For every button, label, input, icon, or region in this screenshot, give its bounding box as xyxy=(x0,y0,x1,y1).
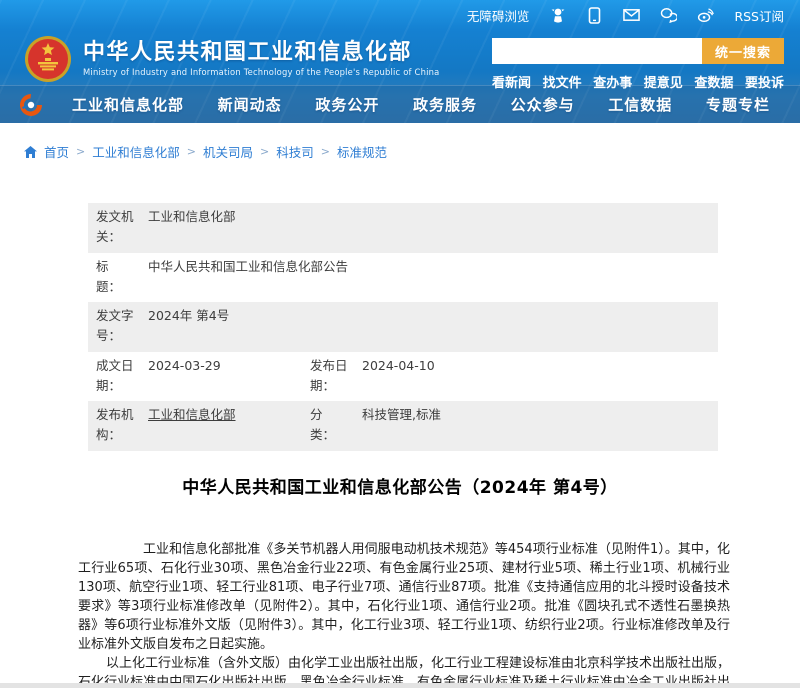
quick-link-feedback[interactable]: 提意见 xyxy=(644,72,683,91)
field-label: 发布日 期： xyxy=(310,356,356,397)
mascot-icon[interactable] xyxy=(549,7,566,24)
home-icon[interactable] xyxy=(24,146,37,158)
field-value: 中华人民共和国工业和信息化部公告 xyxy=(142,257,710,298)
field-value: 2024-04-10 xyxy=(356,356,710,397)
field-label: 成文日 期： xyxy=(96,356,142,397)
field-value: 工业和信息化部 xyxy=(142,405,310,446)
article-paragraph-1: 工业和信息化部批准《多关节机器人用伺服电动机技术规范》等454项行业标准（见附件… xyxy=(78,540,730,654)
breadcrumb: 首页 > 工业和信息化部 > 机关司局 > 科技司 > 标准规范 xyxy=(24,142,800,161)
nav-item-gov-affairs[interactable]: 政务公开 xyxy=(315,94,379,115)
phone-icon[interactable] xyxy=(586,7,603,24)
footer-strip xyxy=(0,683,800,688)
brand: 中华人民共和国工业和信息化部 Ministry of Industry and … xyxy=(24,34,439,83)
national-emblem-logo xyxy=(24,35,72,83)
nav-items: 工业和信息化部 新闻动态 政务公开 政务服务 公众参与 工信数据 专题专栏 xyxy=(72,94,778,115)
breadcrumb-miit[interactable]: 工业和信息化部 xyxy=(92,142,180,161)
search-input[interactable] xyxy=(492,38,702,64)
table-row-publisher-category: 发布机 构： 工业和信息化部 分 类： 科技管理,标准 xyxy=(88,401,718,451)
field-label: 发文字 号： xyxy=(96,306,142,347)
document-meta-table: 发文机 关： 工业和信息化部 标 题： 中华人民共和国工业和信息化部公告 发文字… xyxy=(88,203,718,451)
field-label: 标 题： xyxy=(96,257,142,298)
topbar: 无障碍浏览 RSS订阅 xyxy=(0,0,800,30)
table-row-doc-number: 发文字 号： 2024年 第4号 xyxy=(88,302,718,352)
quick-links: 看新闻 找文件 查办事 提意见 查数据 要投诉 xyxy=(492,72,784,91)
breadcrumb-separator: > xyxy=(76,145,85,158)
miit-e-logo-icon xyxy=(18,92,44,118)
field-label: 发文机 关： xyxy=(96,207,142,248)
table-row-dates: 成文日 期： 2024-03-29 发布日 期： 2024-04-10 xyxy=(88,352,718,402)
table-row-issuing-authority: 发文机 关： 工业和信息化部 xyxy=(88,203,718,253)
nav-item-topics[interactable]: 专题专栏 xyxy=(706,94,770,115)
nav-item-news[interactable]: 新闻动态 xyxy=(218,94,282,115)
page: 无障碍浏览 RSS订阅 xyxy=(0,0,800,688)
content: 首页 > 工业和信息化部 > 机关司局 > 科技司 > 标准规范 发文机 关： … xyxy=(0,142,800,688)
site-title: 中华人民共和国工业和信息化部 xyxy=(83,40,439,65)
field-value: 2024-03-29 xyxy=(142,356,310,397)
wechat-icon[interactable] xyxy=(660,7,677,24)
field-value: 工业和信息化部 xyxy=(142,207,710,248)
nav-item-participation[interactable]: 公众参与 xyxy=(511,94,575,115)
brand-text: 中华人民共和国工业和信息化部 Ministry of Industry and … xyxy=(83,40,439,77)
table-row-title: 标 题： 中华人民共和国工业和信息化部公告 xyxy=(88,253,718,303)
quick-link-files[interactable]: 找文件 xyxy=(543,72,582,91)
rss-link[interactable]: RSS订阅 xyxy=(734,6,784,25)
mail-icon[interactable] xyxy=(623,7,640,24)
breadcrumb-separator: > xyxy=(321,145,330,158)
quick-link-services[interactable]: 查办事 xyxy=(593,72,632,91)
field-label: 分 类： xyxy=(310,405,356,446)
field-value: 2024年 第4号 xyxy=(142,306,710,347)
field-label: 发布机 构： xyxy=(96,405,142,446)
nav-item-gov-services[interactable]: 政务服务 xyxy=(413,94,477,115)
article-title: 中华人民共和国工业和信息化部公告（2024年 第4号） xyxy=(0,473,800,498)
quick-link-complaint[interactable]: 要投诉 xyxy=(745,72,784,91)
nav-item-data[interactable]: 工信数据 xyxy=(608,94,672,115)
weibo-icon[interactable] xyxy=(697,7,714,24)
field-value: 科技管理,标准 xyxy=(356,405,710,446)
site-subtitle: Ministry of Industry and Information Tec… xyxy=(83,67,439,77)
breadcrumb-standards[interactable]: 标准规范 xyxy=(337,142,387,161)
nav-item-miit[interactable]: 工业和信息化部 xyxy=(72,94,184,115)
breadcrumb-home[interactable]: 首页 xyxy=(44,142,69,161)
search-area: 统一搜索 看新闻 找文件 查办事 提意见 查数据 要投诉 xyxy=(492,34,784,83)
breadcrumb-separator: > xyxy=(187,145,196,158)
breadcrumb-departments[interactable]: 机关司局 xyxy=(203,142,253,161)
quick-link-news[interactable]: 看新闻 xyxy=(492,72,531,91)
breadcrumb-separator: > xyxy=(260,145,269,158)
publisher-link[interactable]: 工业和信息化部 xyxy=(148,407,236,422)
masthead: 中华人民共和国工业和信息化部 Ministry of Industry and … xyxy=(0,30,800,85)
article-body: 工业和信息化部批准《多关节机器人用伺服电动机技术规范》等454项行业标准（见附件… xyxy=(78,540,730,688)
header-block: 无障碍浏览 RSS订阅 xyxy=(0,0,800,123)
breadcrumb-science-dept[interactable]: 科技司 xyxy=(276,142,314,161)
quick-link-data[interactable]: 查数据 xyxy=(694,72,733,91)
search-button[interactable]: 统一搜索 xyxy=(702,38,784,64)
accessibility-link[interactable]: 无障碍浏览 xyxy=(467,6,530,25)
